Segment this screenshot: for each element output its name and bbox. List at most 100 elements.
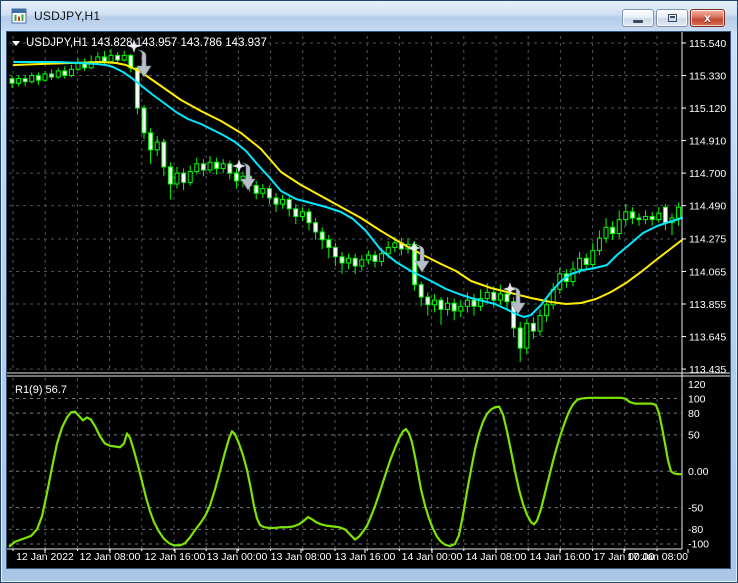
- bull-candle: [379, 253, 385, 262]
- bear-candle: [530, 322, 536, 332]
- bear-candle: [293, 208, 299, 217]
- bull-candle: [280, 198, 286, 205]
- bear-candle: [49, 73, 55, 78]
- bear-candle: [253, 185, 259, 194]
- ma-fast-cyan: [13, 61, 683, 318]
- bull-candle: [458, 305, 464, 312]
- time-axis-label: 12 Jan 08:00: [80, 551, 141, 563]
- oscillator-axis: 120 100 80 50 0.00 -50 -80 -100: [688, 379, 709, 551]
- bull-candle: [121, 54, 127, 61]
- bull-candle: [392, 242, 398, 248]
- price-axis-label: 114.065: [689, 266, 726, 278]
- bear-candle: [227, 163, 233, 174]
- bull-candle: [194, 163, 200, 173]
- bull-candle: [16, 78, 22, 84]
- bear-candle: [167, 166, 173, 185]
- oscillator-axis-label: 80: [688, 408, 700, 420]
- time-axis-label: 13 Jan 16:00: [335, 551, 396, 563]
- bear-candle: [319, 231, 325, 241]
- title-bar[interactable]: USDJPY,H1 x: [1, 1, 737, 31]
- bear-candle: [200, 163, 206, 171]
- price-axis-label: 113.435: [689, 364, 726, 376]
- bull-candle: [464, 299, 470, 307]
- oscillator-axis-label: 120: [688, 379, 706, 391]
- time-axis-label: 13 Jan 08:00: [271, 551, 332, 563]
- price-axis: 115.540 115.330 115.120 114.910 114.700 114.4…: [682, 38, 726, 376]
- bear-candle: [326, 239, 332, 248]
- bull-candle: [365, 254, 371, 261]
- time-axis-label: 14 Jan 00:00: [402, 551, 463, 563]
- bear-candle: [313, 222, 319, 233]
- bear-candle: [517, 327, 523, 349]
- minimize-button[interactable]: [622, 9, 654, 27]
- bear-candle: [148, 132, 154, 151]
- bull-candle: [68, 68, 74, 77]
- bull-candle: [108, 54, 114, 63]
- bull-candle: [55, 70, 61, 78]
- bull-candle: [544, 304, 550, 317]
- oscillator-axis-label: -80: [688, 524, 703, 536]
- bear-candle: [610, 226, 616, 235]
- bear-candle: [649, 215, 655, 221]
- bear-candle: [636, 217, 642, 221]
- bear-candle: [9, 78, 15, 84]
- price-axis-label: 113.645: [689, 331, 726, 343]
- time-axis-label: 12 Jan 16:00: [145, 551, 206, 563]
- time-axis: 12 Jan 2022 12 Jan 08:00 12 Jan 16:00 13 Ja…: [12, 549, 689, 563]
- bear-candle: [101, 56, 107, 63]
- price-axis-label: 115.330: [689, 70, 726, 82]
- bull-candle: [570, 268, 576, 283]
- bull-candle: [676, 206, 682, 219]
- minimize-icon: [633, 19, 643, 23]
- bear-candle: [629, 211, 635, 219]
- oscillator-axis-label: -50: [688, 502, 703, 514]
- bear-candle: [134, 67, 140, 109]
- chart-client-area: 115.540 115.330 115.120 114.910 114.700 114.4…: [6, 31, 731, 569]
- close-icon: x: [704, 11, 711, 25]
- oscillator-axis-label: 0.00: [688, 466, 709, 478]
- signal-markers-layer: [127, 39, 526, 315]
- price-axis-label: 114.490: [689, 200, 726, 212]
- bear-candle: [22, 78, 28, 83]
- oscillator-axis-label: 50: [688, 430, 700, 442]
- bull-candle: [497, 293, 503, 301]
- bull-candle: [616, 219, 622, 235]
- bear-candle: [471, 299, 477, 307]
- bear-candle: [418, 284, 424, 298]
- close-button[interactable]: x: [690, 9, 725, 27]
- time-axis-label: 17 Jan 08:00: [627, 551, 688, 563]
- price-axis-label: 113.855: [689, 299, 726, 311]
- restore-button[interactable]: [656, 9, 688, 27]
- ohlc-header: USDJPY,H1 143.828 143.957 143.786 143.93…: [26, 37, 267, 49]
- bear-candle: [62, 70, 68, 77]
- bear-candle: [339, 256, 345, 264]
- chart-canvas[interactable]: 115.540 115.330 115.120 114.910 114.700 114.4…: [6, 31, 730, 568]
- bull-candle: [656, 212, 662, 221]
- bear-candle: [425, 296, 431, 306]
- bear-candle: [273, 197, 279, 205]
- time-axis-label: 14 Jan 08:00: [466, 551, 527, 563]
- bull-candle: [385, 246, 391, 255]
- bear-candle: [141, 107, 147, 134]
- bear-candle: [266, 188, 272, 199]
- bear-candle: [161, 141, 167, 168]
- bear-candle: [352, 257, 358, 267]
- bull-candle: [577, 257, 583, 270]
- bull-candle: [346, 257, 352, 264]
- window-title: USDJPY,H1: [34, 9, 101, 23]
- price-axis-label: 114.910: [689, 135, 726, 147]
- bull-candle: [220, 163, 226, 169]
- sell-star-icon[interactable]: [232, 159, 246, 173]
- bull-candle: [590, 250, 596, 266]
- restore-icon: [667, 14, 677, 22]
- bear-candle: [181, 172, 187, 183]
- bull-candle: [299, 211, 305, 217]
- bull-candle: [260, 188, 266, 194]
- bull-candle: [187, 171, 193, 183]
- bull-candle: [154, 141, 160, 151]
- time-axis-label: 12 Jan 2022: [16, 551, 74, 563]
- bear-candle: [504, 293, 510, 303]
- bear-candle: [451, 302, 457, 312]
- bear-candle: [233, 172, 239, 182]
- bull-candle: [623, 211, 629, 221]
